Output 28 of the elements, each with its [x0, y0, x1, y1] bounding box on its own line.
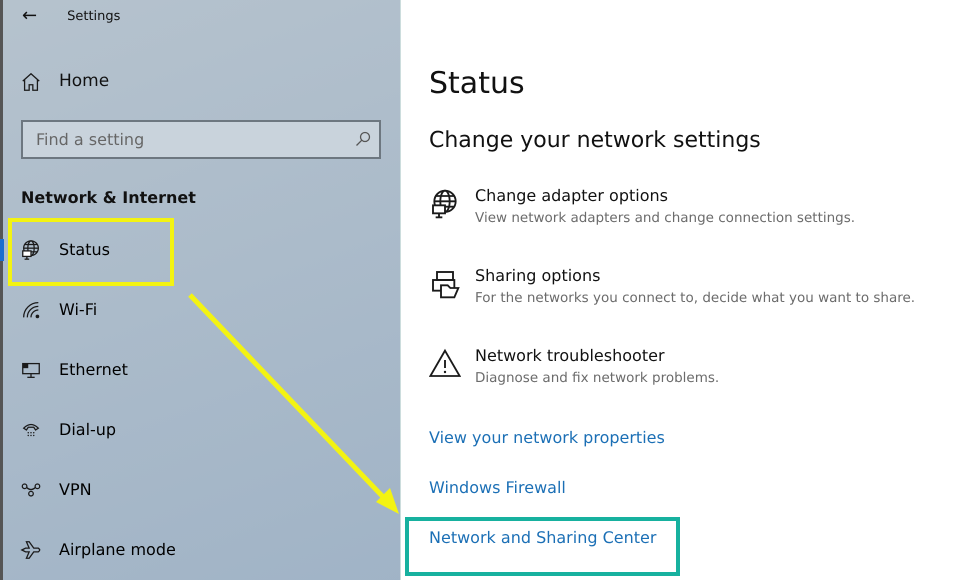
sidebar-item[interactable]: Dial-up [3, 400, 400, 460]
option-description: View network adapters and change connection settings. [475, 209, 856, 228]
airplane-icon [20, 539, 42, 562]
back-button[interactable]: ← [22, 7, 38, 26]
settings-link[interactable]: Windows Firewall [429, 464, 566, 514]
option-link[interactable]: Network troubleshooter [475, 344, 720, 368]
home-icon [20, 71, 42, 94]
option-description: For the networks you connect to, decide what you want to share. [475, 289, 916, 308]
section-heading: Change your network settings [429, 128, 762, 155]
option-link[interactable]: Change adapter options [475, 184, 856, 208]
settings-link[interactable]: Network and Sharing Center [429, 514, 656, 564]
settings-link[interactable]: View your network properties [429, 414, 665, 464]
search-icon [355, 130, 371, 147]
globe-icon [20, 239, 42, 262]
printer-icon [429, 268, 461, 300]
option-link[interactable]: Sharing options [475, 264, 916, 288]
search-field[interactable]: Find a setting [21, 120, 381, 159]
sidebar-item[interactable]: Status [3, 220, 400, 280]
sidebar-item[interactable]: Wi-Fi [3, 280, 400, 340]
sidebar-item[interactable]: Ethernet [3, 340, 400, 400]
sidebar-item[interactable]: VPN [3, 460, 400, 520]
option-description: Diagnose and fix network problems. [475, 369, 720, 388]
section-heading: Network & Internet [20, 186, 197, 209]
home-link[interactable]: Home [3, 32, 400, 98]
window-title: Settings [67, 8, 120, 26]
sidebar-item[interactable]: Airplane mode [3, 520, 400, 580]
warning-icon [429, 348, 461, 380]
page-title: Status [429, 66, 526, 103]
